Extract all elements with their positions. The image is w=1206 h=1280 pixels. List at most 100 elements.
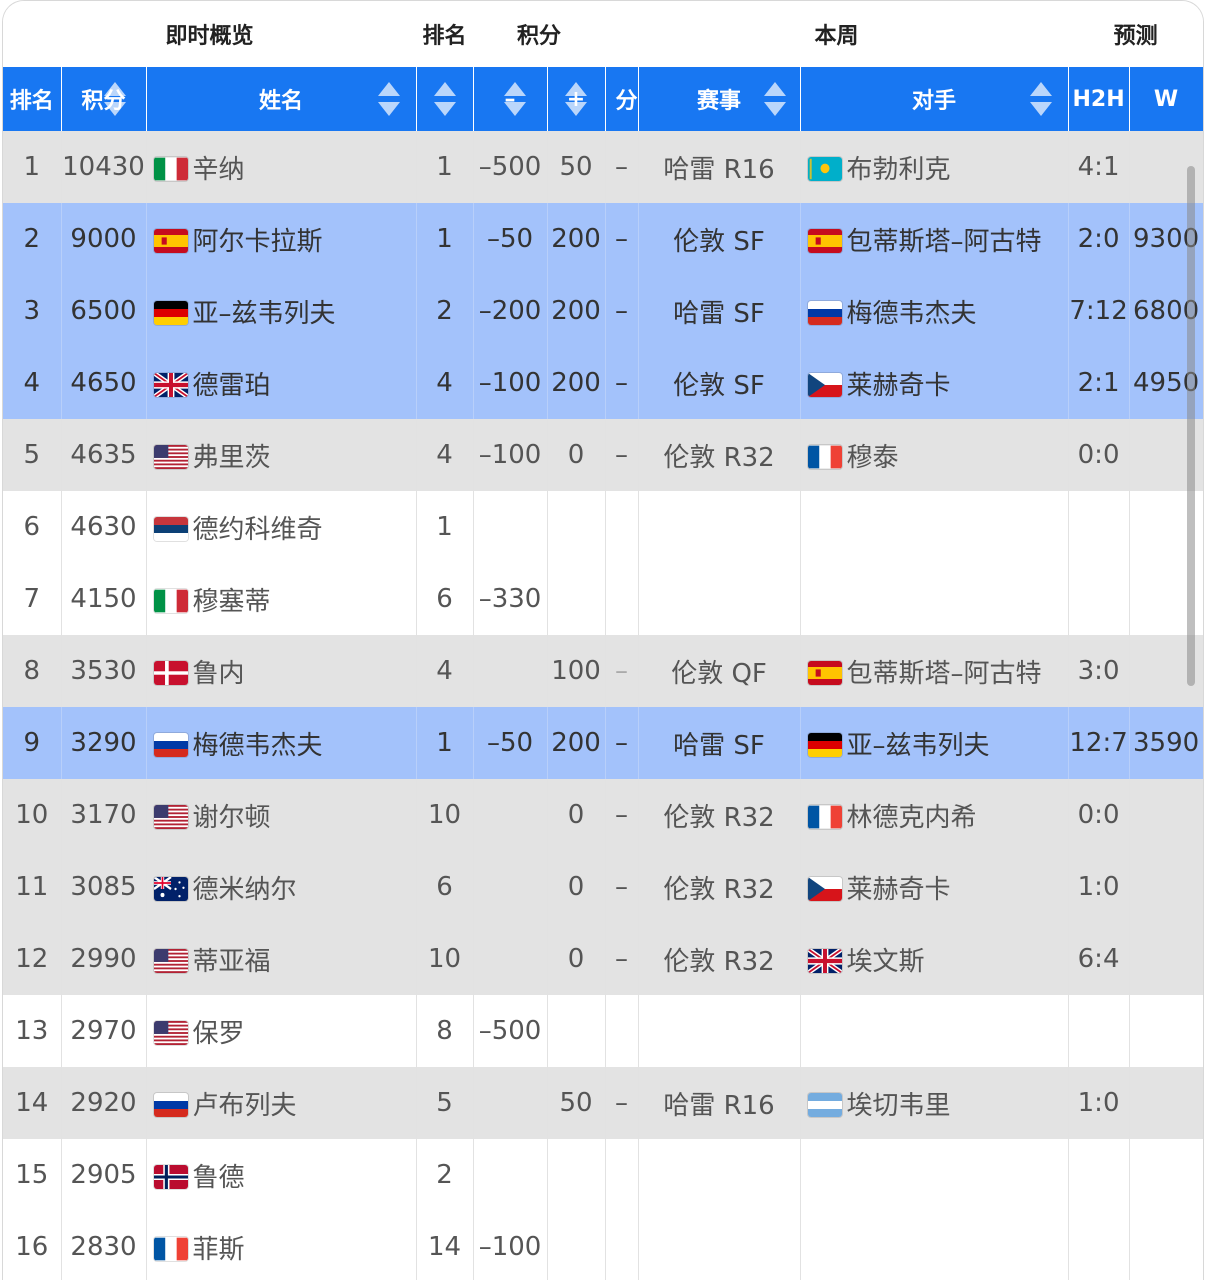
col-rank-header[interactable]: 排名: [3, 67, 62, 131]
table-row[interactable]: 8 3530 鲁内 4 100– 伦敦 QF 包蒂斯塔–阿古特 3:0: [3, 635, 1203, 707]
table-row[interactable]: 10 3170 谢尔顿 10 0– 伦敦 R32 林德克内希 0:0: [3, 779, 1203, 851]
sort-arrows-icon[interactable]: [433, 82, 456, 116]
col-plus-header[interactable]: +: [547, 67, 606, 131]
cell-plus: 0: [547, 923, 606, 995]
table-row[interactable]: 1 10430 辛纳 1 –500 50– 哈雷 R16 布勃利克 4:1: [3, 131, 1203, 203]
cell-fen: –: [605, 707, 639, 779]
table-row[interactable]: 12 2990 蒂亚福 10 0– 伦敦 R32 埃文斯 6:4: [3, 923, 1203, 995]
col-event-header[interactable]: 赛事: [638, 67, 801, 131]
col-name-label: 姓名: [259, 89, 304, 114]
cell-name: 保罗: [146, 995, 417, 1067]
live-ranking-table: 即时概览 排名 积分 本周 预测 排名 积分 姓名 – + 分 赛事 对手 H2…: [3, 1, 1203, 1280]
sort-arrows-icon[interactable]: [503, 82, 526, 116]
col-w-label: W: [1153, 86, 1179, 112]
sort-arrows-icon[interactable]: [103, 82, 126, 116]
cell-name: 梅德韦杰夫: [146, 707, 417, 779]
cell-plus: [547, 563, 606, 635]
cell-minus: [473, 923, 548, 995]
table-row[interactable]: 9 3290 梅德韦杰夫 1 –50 200– 哈雷 SF 亚–兹韦列夫 12:7 3590: [3, 707, 1203, 779]
cell-plus: [547, 1211, 606, 1280]
cell-event: [638, 995, 801, 1067]
ru-flag-icon: [153, 1092, 188, 1117]
gb-flag-icon: [807, 948, 842, 973]
fr-flag-icon: [807, 445, 842, 469]
cell-h2h: 7:12: [1068, 275, 1130, 347]
cell-name: 德雷珀: [146, 347, 417, 419]
table-row[interactable]: 11 3085 德米纳尔 6 0– 伦敦 R32 莱赫奇卡 1:0: [3, 851, 1203, 923]
cell-name: 德米纳尔: [146, 851, 417, 923]
cell-opponent: 莱赫奇卡: [800, 851, 1069, 923]
opponent-name: 包蒂斯塔–阿古特: [846, 226, 1042, 257]
cell-name: 德约科维奇: [146, 491, 417, 563]
es-flag-icon: [807, 228, 842, 253]
player-name: 菲斯: [192, 1234, 245, 1265]
cell-minus: –500: [473, 995, 548, 1067]
col-points-header[interactable]: 积分: [61, 67, 147, 131]
player-name: 亚–兹韦列夫: [192, 298, 336, 329]
cell-opponent: 埃文斯: [800, 923, 1069, 995]
no-flag-icon: [153, 1164, 188, 1189]
col-opponent-header[interactable]: 对手: [800, 67, 1069, 131]
cell-h2h: 1:0: [1068, 1067, 1130, 1139]
cell-plus: 0: [547, 419, 606, 491]
cell-rank-change: 1: [416, 707, 474, 779]
table-row[interactable]: 6 4630 德约科维奇 1: [3, 491, 1203, 563]
opponent-name: 莱赫奇卡: [846, 370, 951, 401]
cell-w: [1129, 1067, 1203, 1139]
sort-arrows-icon[interactable]: [1029, 82, 1052, 116]
cell-points: 4630: [61, 491, 147, 563]
cell-name: 鲁内: [146, 635, 417, 707]
cell-event: [638, 1139, 801, 1211]
col-name-header[interactable]: 姓名: [146, 67, 417, 131]
cell-rank-change: 1: [416, 131, 474, 203]
col-minus-header[interactable]: –: [473, 67, 548, 131]
es-flag-icon: [153, 228, 188, 253]
cell-w: [1129, 779, 1203, 851]
cell-h2h: [1068, 1211, 1130, 1280]
col-w-header[interactable]: W: [1129, 67, 1203, 131]
table-row[interactable]: 2 9000 阿尔卡拉斯 1 –50 200– 伦敦 SF 包蒂斯塔–阿古特 2:0 9300: [3, 203, 1203, 275]
table-row[interactable]: 13 2970 保罗 8 –500: [3, 995, 1203, 1067]
cell-rank: 3: [3, 275, 62, 347]
cell-fen: –: [605, 851, 639, 923]
cell-fen: [605, 491, 639, 563]
cell-rank-change: 10: [416, 779, 474, 851]
col-h2h-label: H2H: [1072, 86, 1125, 112]
cell-plus: [547, 491, 606, 563]
cell-event: 哈雷 SF: [638, 275, 801, 347]
cell-minus: [473, 851, 548, 923]
sort-arrows-icon[interactable]: [564, 82, 587, 116]
cell-fen: –: [605, 419, 639, 491]
sort-arrows-icon[interactable]: [377, 82, 400, 116]
cell-points: 2970: [61, 995, 147, 1067]
gb-flag-icon: [153, 372, 188, 397]
cell-rank-change: 4: [416, 419, 474, 491]
column-header-row: 排名 积分 姓名 – + 分 赛事 对手 H2H W: [3, 67, 1203, 131]
col-rank-change-header[interactable]: [416, 67, 474, 131]
vertical-scrollbar[interactable]: [1187, 166, 1195, 686]
table-row[interactable]: 16 2830 菲斯 14 –100: [3, 1211, 1203, 1280]
cell-rank: 9: [3, 707, 62, 779]
table-row[interactable]: 15 2905 鲁德 2: [3, 1139, 1203, 1211]
player-name: 德米纳尔: [192, 874, 297, 905]
cell-points: 4150: [61, 563, 147, 635]
group-rank: 排名: [416, 1, 474, 67]
cell-rank: 11: [3, 851, 62, 923]
table-row[interactable]: 7 4150 穆塞蒂 6 –330: [3, 563, 1203, 635]
sort-arrows-icon[interactable]: [763, 82, 786, 116]
cell-points: 9000: [61, 203, 147, 275]
table-row[interactable]: 3 6500 亚–兹韦列夫 2 –200 200– 哈雷 SF 梅德韦杰夫 7:12 6800: [3, 275, 1203, 347]
cell-rank: 14: [3, 1067, 62, 1139]
table-row[interactable]: 5 4635 弗里茨 4 –100 0– 伦敦 R32 穆泰 0:0: [3, 419, 1203, 491]
table-row[interactable]: 14 2920 卢布列夫 5 50– 哈雷 R16 埃切韦里 1:0: [3, 1067, 1203, 1139]
cell-fen: –: [605, 779, 639, 851]
cell-name: 蒂亚福: [146, 923, 417, 995]
col-h2h-header[interactable]: H2H: [1068, 67, 1130, 131]
cell-opponent: [800, 1139, 1069, 1211]
col-fen-header[interactable]: 分: [605, 67, 639, 131]
group-forecast: 预测: [1068, 1, 1203, 67]
cell-h2h: [1068, 1139, 1130, 1211]
table-row[interactable]: 4 4650 德雷珀 4 –100 200– 伦敦 SF 莱赫奇卡 2:1 4950: [3, 347, 1203, 419]
cell-rank: 13: [3, 995, 62, 1067]
cell-event: 伦敦 R32: [638, 419, 801, 491]
